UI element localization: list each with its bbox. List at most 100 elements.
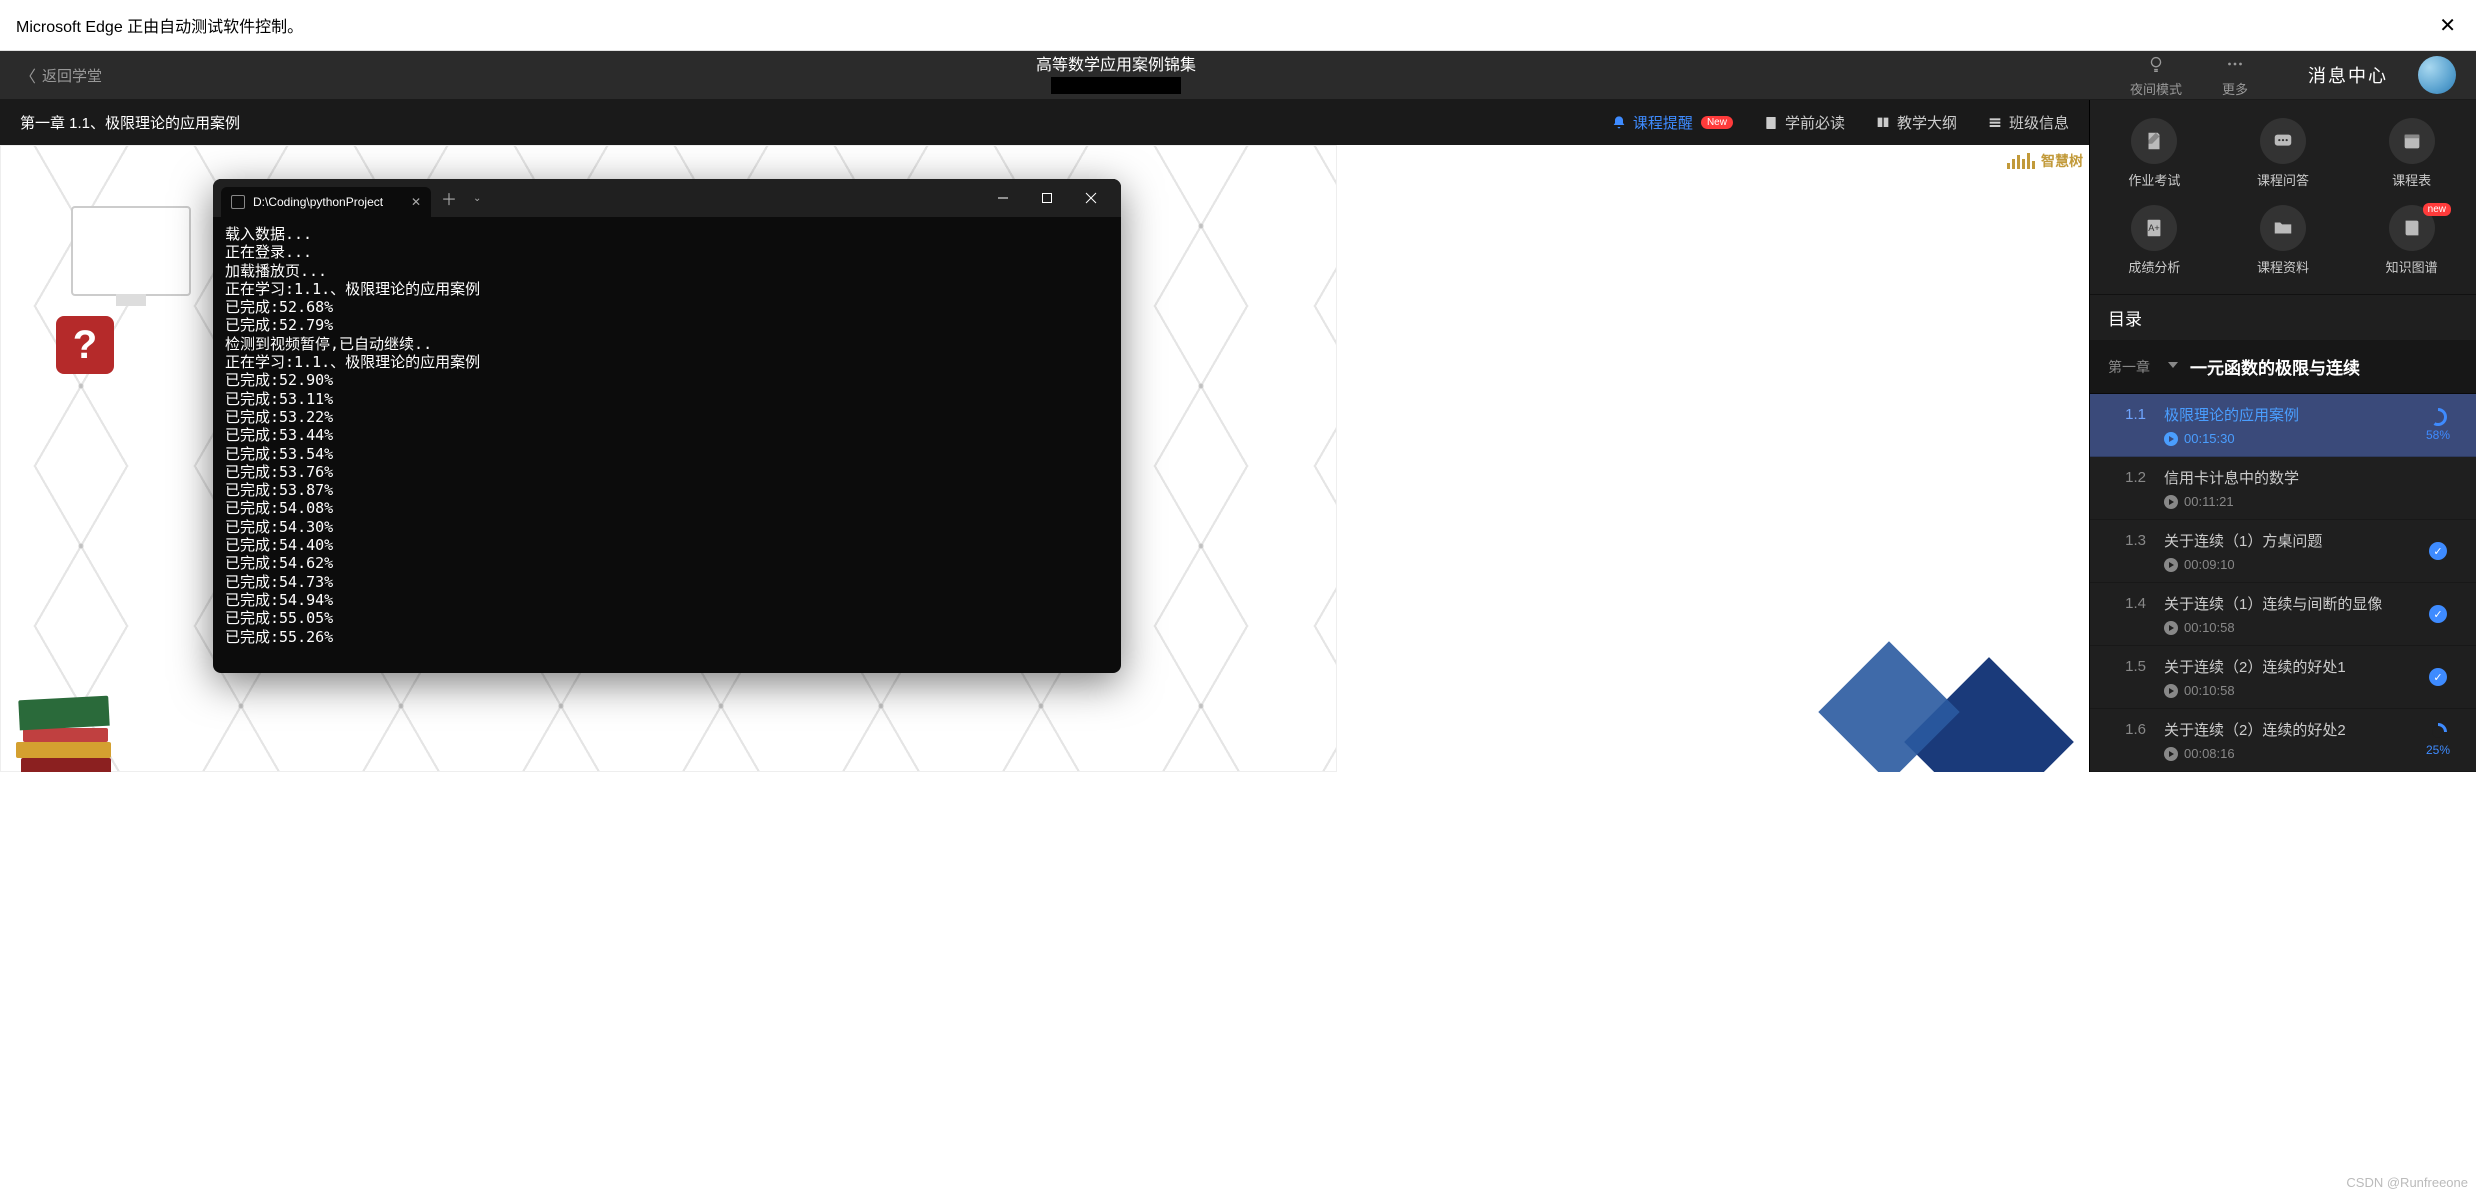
automation-message: Microsoft Edge 正由自动测试软件控制。: [16, 13, 303, 37]
syllabus-link[interactable]: 教学大纲: [1875, 112, 1957, 133]
book2-icon: [2401, 217, 2423, 239]
lesson-title: 关于连续（2）连续的好处1: [2164, 656, 2418, 677]
watermark: 智慧树: [2007, 151, 2083, 171]
svg-text:A+: A+: [2149, 223, 2160, 233]
maximize-button[interactable]: [1025, 179, 1069, 217]
terminal-body[interactable]: 载入数据... 正在登录... 加载播放页... 正在学习:1.1.、极限理论的…: [213, 217, 1121, 673]
tab-dropdown-icon[interactable]: ⌄: [467, 193, 487, 204]
terminal-window: D:\Coding\pythonProject ✕ ＋ ⌄ 载入数据... 正在…: [213, 179, 1121, 673]
video-area[interactable]: 智慧树 ? D:\Coding\pythonProject: [0, 145, 2089, 772]
chapter-number: 第一章: [2108, 357, 2168, 377]
lesson-percent: 25%: [2426, 743, 2450, 757]
lesson-duration: 00:10:58: [2164, 620, 2418, 635]
back-button[interactable]: 〈 返回学堂: [20, 63, 102, 87]
lesson-list: 1.1极限理论的应用案例 00:15:30 58% 1.2信用卡计息中的数学00:11…: [2090, 394, 2476, 772]
schedule-button[interactable]: 课程表: [2347, 110, 2476, 197]
kg-label: 知识图谱: [2386, 257, 2438, 276]
lesson-item[interactable]: 1.1极限理论的应用案例 00:15:30 58%: [2090, 394, 2476, 457]
check-icon: ✓: [2429, 668, 2447, 686]
chevron-down-icon: [2168, 362, 2178, 368]
progress-ring-icon: [2429, 408, 2447, 426]
class-info-link[interactable]: 班级信息: [1987, 112, 2069, 133]
tab-close-icon[interactable]: ✕: [411, 195, 421, 209]
main-container: 〈 返回学堂 高等数学应用案例锦集 夜间模式 更多 消息中心 第一章 1.1、极…: [0, 51, 2476, 756]
more-button[interactable]: 更多: [2222, 53, 2248, 98]
lesson-item[interactable]: 1.2信用卡计息中的数学00:11:21: [2090, 457, 2476, 520]
material-label: 课程资料: [2257, 257, 2309, 276]
calendar-icon: [2401, 130, 2423, 152]
lesson-number: 1.1: [2108, 404, 2164, 446]
more-label: 更多: [2222, 79, 2248, 98]
must-read-label: 学前必读: [1785, 112, 1845, 133]
check-icon: ✓: [2429, 605, 2447, 623]
lesson-item[interactable]: 1.4关于连续（1）连续与间断的显像00:10:58✓: [2090, 583, 2476, 646]
chapter-row[interactable]: 第一章 一元函数的极限与连续: [2090, 340, 2476, 394]
lesson-number: 1.6: [2108, 719, 2164, 761]
chat-icon: [2272, 130, 2294, 152]
avatar[interactable]: [2418, 56, 2456, 94]
schedule-label: 课程表: [2392, 170, 2431, 189]
page-title: 高等数学应用案例锦集: [1036, 57, 1196, 74]
new-badge: New: [1701, 116, 1733, 129]
qa-button[interactable]: 课程问答: [2219, 110, 2348, 197]
minimize-button[interactable]: [981, 179, 1025, 217]
score-label: 成绩分析: [2128, 257, 2180, 276]
pencil-doc-icon: [2143, 130, 2165, 152]
material-button[interactable]: 课程资料: [2219, 197, 2348, 284]
homework-button[interactable]: 作业考试: [2090, 110, 2219, 197]
lesson-item[interactable]: 1.5关于连续（2）连续的好处100:10:58✓: [2090, 646, 2476, 709]
lesson-number: 1.2: [2108, 467, 2164, 509]
close-window-button[interactable]: [1069, 179, 1113, 217]
lesson-item[interactable]: 1.6关于连续（2）连续的好处2 00:08:16 25%: [2090, 709, 2476, 772]
night-mode-button[interactable]: 夜间模式: [2130, 53, 2182, 98]
lesson-duration: 00:08:16: [2164, 746, 2418, 761]
book-icon: [1875, 115, 1891, 131]
message-center-button[interactable]: 消息中心: [2308, 62, 2388, 88]
chevron-left-icon: 〈: [20, 63, 36, 87]
lesson-title: 关于连续（2）连续的好处2: [2164, 719, 2418, 740]
homework-label: 作业考试: [2128, 170, 2180, 189]
progress-ring-icon: [2429, 723, 2447, 741]
lesson-percent: 58%: [2426, 428, 2450, 442]
dots-icon: [2224, 53, 2246, 75]
close-icon[interactable]: ✕: [2439, 13, 2456, 38]
title-mask: [1051, 77, 1181, 94]
page-title-wrap: 高等数学应用案例锦集: [102, 51, 2130, 99]
automation-bar: Microsoft Edge 正由自动测试软件控制。 ✕: [0, 0, 2476, 51]
course-reminder-link[interactable]: 课程提醒 New: [1611, 112, 1733, 133]
lesson-title: 极限理论的应用案例: [2164, 404, 2418, 425]
bell-icon: [1611, 115, 1627, 131]
bulb-icon: [2145, 53, 2167, 75]
terminal-tab[interactable]: D:\Coding\pythonProject ✕: [221, 187, 431, 217]
play-icon: [2164, 432, 2178, 446]
lesson-duration: 00:10:58: [2164, 683, 2418, 698]
lesson-item[interactable]: 1.3关于连续（1）方桌问题 00:09:10 ✓: [2090, 520, 2476, 583]
terminal-tabbar: D:\Coding\pythonProject ✕ ＋ ⌄: [213, 179, 1121, 217]
must-read-link[interactable]: 学前必读: [1763, 112, 1845, 133]
back-label: 返回学堂: [42, 65, 102, 86]
night-mode-label: 夜间模式: [2130, 79, 2182, 98]
reminder-label: 课程提醒: [1633, 112, 1693, 133]
top-bar: 〈 返回学堂 高等数学应用案例锦集 夜间模式 更多 消息中心: [0, 51, 2476, 100]
terminal-tab-title: D:\Coding\pythonProject: [253, 195, 383, 209]
lesson-duration: 00:09:10: [2164, 557, 2418, 572]
new-tab-button[interactable]: ＋: [431, 186, 467, 210]
play-icon: [2164, 495, 2178, 509]
folder-icon: [2272, 217, 2294, 239]
watermark-text: 智慧树: [2041, 151, 2083, 171]
lesson-duration: 00:15:30: [2164, 431, 2418, 446]
play-icon: [2164, 558, 2178, 572]
qa-label: 课程问答: [2257, 170, 2309, 189]
question-man-art: ?: [56, 316, 206, 466]
terminal-icon: [231, 195, 245, 209]
lesson-number: 1.3: [2108, 530, 2164, 572]
check-icon: ✓: [2429, 542, 2447, 560]
blue-side-art: 智慧树: [1337, 145, 2089, 772]
nav-tabs: 第一章 1.1、极限理论的应用案例 课程提醒 New 学前必读 教学大纲: [0, 100, 2089, 145]
knowledge-graph-button[interactable]: new 知识图谱: [2347, 197, 2476, 284]
score-button[interactable]: A+ 成绩分析: [2090, 197, 2219, 284]
play-icon: [2164, 747, 2178, 761]
sidebar: 作业考试 课程问答 课程表 A+ 成绩分析 课程资料: [2089, 100, 2476, 772]
lesson-title: 关于连续（1）连续与间断的显像: [2164, 593, 2418, 614]
lesson-title: 关于连续（1）方桌问题: [2164, 530, 2418, 551]
